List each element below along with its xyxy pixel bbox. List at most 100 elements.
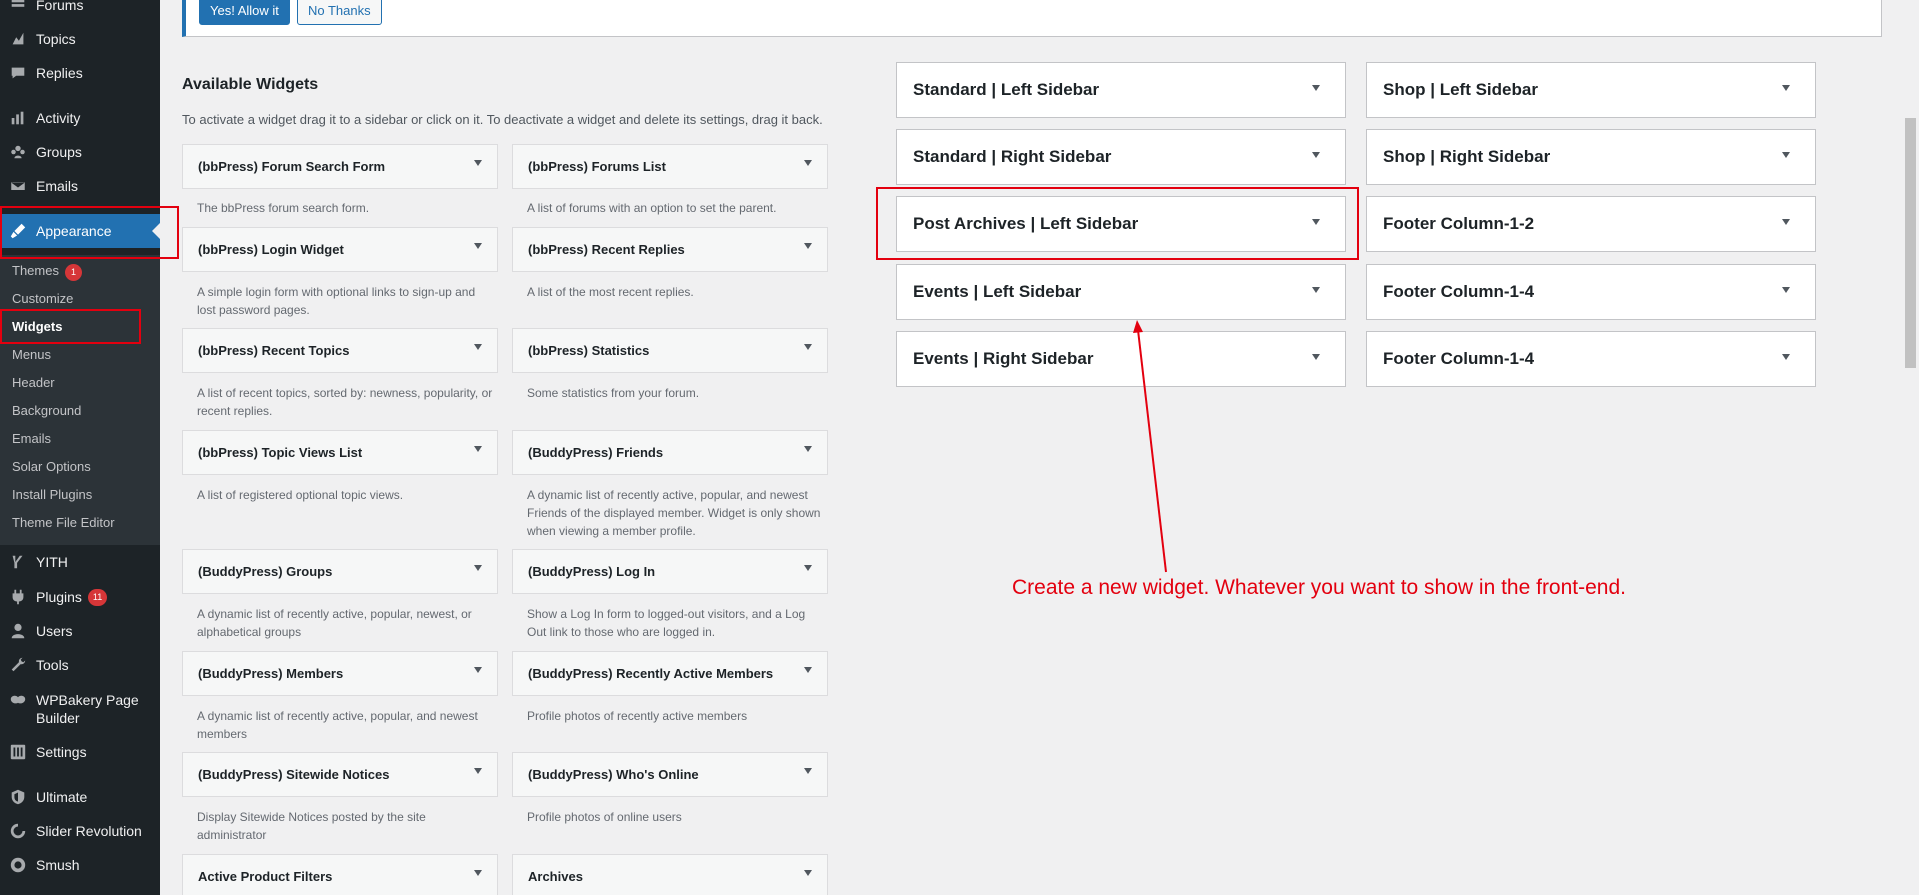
menu-item-tools[interactable]: Tools: [0, 648, 160, 682]
sidebar-standard-right[interactable]: Standard | Right Sidebar: [896, 129, 1346, 185]
sidebar-standard-left[interactable]: Standard | Left Sidebar: [896, 62, 1346, 118]
sidebar-shop-left[interactable]: Shop | Left Sidebar: [1366, 62, 1816, 118]
chevron-down-icon[interactable]: [804, 160, 812, 166]
sidebar-title: Shop | Left Sidebar: [1383, 80, 1538, 99]
chevron-down-icon[interactable]: [1312, 287, 1320, 293]
chevron-down-icon[interactable]: [1312, 85, 1320, 91]
scrollbar-thumb[interactable]: [1905, 118, 1916, 368]
settings-icon: [0, 743, 36, 761]
chevron-down-icon[interactable]: [474, 768, 482, 774]
widget-bbpress-forums-list[interactable]: (bbPress) Forums List: [512, 144, 828, 189]
chevron-down-icon[interactable]: [474, 243, 482, 249]
chevron-down-icon[interactable]: [1312, 354, 1320, 360]
menu-item-slider-revolution[interactable]: Slider Revolution: [0, 814, 160, 848]
widget-description: A list of recent topics, sorted by: newn…: [197, 386, 493, 418]
chevron-down-icon[interactable]: [804, 446, 812, 452]
highlight-appearance: [0, 206, 179, 259]
chevron-down-icon[interactable]: [804, 243, 812, 249]
widget-buddypress-members[interactable]: (BuddyPress) Members: [182, 651, 498, 696]
menu-item-settings[interactable]: Settings: [0, 735, 160, 769]
allow-button[interactable]: Yes! Allow it: [199, 0, 290, 25]
chevron-down-icon[interactable]: [1782, 152, 1790, 158]
chevron-down-icon[interactable]: [474, 344, 482, 350]
chevron-down-icon[interactable]: [1782, 287, 1790, 293]
chevron-down-icon[interactable]: [474, 446, 482, 452]
plugins-icon: [0, 588, 36, 606]
chevron-down-icon[interactable]: [804, 565, 812, 571]
submenu-customize[interactable]: Customize: [12, 290, 73, 308]
chevron-down-icon[interactable]: [804, 870, 812, 876]
menu-item-replies[interactable]: Replies: [0, 56, 160, 90]
widget-description: A dynamic list of recently active, popul…: [197, 709, 478, 741]
widget-description: Profile photos of online users: [527, 810, 682, 824]
menu-item-emails[interactable]: Emails: [0, 169, 160, 203]
menu-item-forums[interactable]: Forums: [0, 0, 160, 22]
submenu-background[interactable]: Background: [12, 402, 81, 420]
sidebar-footer-column-1-2[interactable]: Footer Column-1-2: [1366, 196, 1816, 252]
widget-description: Profile photos of recently active member…: [527, 709, 748, 723]
widget-title: Archives: [528, 869, 583, 884]
submenu-header[interactable]: Header: [12, 374, 55, 392]
widget-buddypress-friends[interactable]: (BuddyPress) Friends: [512, 430, 828, 475]
update-badge: 11: [87, 588, 108, 606]
widget-bbpress-forum-search-form[interactable]: (bbPress) Forum Search Form: [182, 144, 498, 189]
menu-item-users[interactable]: Users: [0, 614, 160, 648]
submenu-install-plugins[interactable]: Install Plugins: [12, 486, 92, 504]
submenu-themes[interactable]: Themes 1: [12, 262, 82, 281]
submenu-theme-file-editor[interactable]: Theme File Editor: [12, 514, 115, 532]
menu-item-plugins[interactable]: Plugins 11: [0, 580, 160, 614]
groups-icon: [0, 143, 36, 161]
sidebar-shop-right[interactable]: Shop | Right Sidebar: [1366, 129, 1816, 185]
chevron-down-icon[interactable]: [804, 667, 812, 673]
chevron-down-icon[interactable]: [1782, 219, 1790, 225]
sidebar-events-left[interactable]: Events | Left Sidebar: [896, 264, 1346, 320]
chevron-down-icon[interactable]: [474, 667, 482, 673]
widget-buddypress-whos-online[interactable]: (BuddyPress) Who's Online: [512, 752, 828, 797]
sidebar-events-right[interactable]: Events | Right Sidebar: [896, 331, 1346, 387]
chevron-down-icon[interactable]: [804, 344, 812, 350]
widget-title: (BuddyPress) Who's Online: [528, 767, 699, 782]
widget-buddypress-recently-active-members[interactable]: (BuddyPress) Recently Active Members: [512, 651, 828, 696]
widget-bbpress-topic-views-list[interactable]: (bbPress) Topic Views List: [182, 430, 498, 475]
emails-icon: [0, 177, 36, 195]
menu-item-topics[interactable]: Topics: [0, 22, 160, 56]
sidebar-footer-column-1-4[interactable]: Footer Column-1-4: [1366, 264, 1816, 320]
menu-item-smush[interactable]: Smush: [0, 848, 160, 882]
widget-description: Display Sitewide Notices posted by the s…: [197, 810, 426, 842]
menu-item-yith[interactable]: YITH: [0, 545, 160, 579]
chevron-down-icon[interactable]: [804, 768, 812, 774]
widget-buddypress-sitewide-notices[interactable]: (BuddyPress) Sitewide Notices: [182, 752, 498, 797]
widget-title: (BuddyPress) Recently Active Members: [528, 666, 774, 681]
widget-title: Active Product Filters: [198, 869, 333, 884]
submenu-emails[interactable]: Emails: [12, 430, 51, 448]
chevron-down-icon[interactable]: [474, 565, 482, 571]
page-scrollbar[interactable]: [1902, 0, 1919, 895]
widget-buddypress-groups[interactable]: (BuddyPress) Groups: [182, 549, 498, 594]
widget-buddypress-log-in[interactable]: (BuddyPress) Log In: [512, 549, 828, 594]
submenu-menus[interactable]: Menus: [12, 346, 51, 364]
chevron-down-icon[interactable]: [1782, 85, 1790, 91]
menu-label: Replies: [36, 65, 83, 81]
submenu-solar-options[interactable]: Solar Options: [12, 458, 91, 476]
chevron-down-icon[interactable]: [474, 870, 482, 876]
slider-revolution-icon: [0, 822, 36, 840]
chevron-down-icon[interactable]: [1782, 354, 1790, 360]
widget-title: (BuddyPress) Groups: [198, 564, 333, 579]
widget-bbpress-statistics[interactable]: (bbPress) Statistics: [512, 328, 828, 373]
menu-item-ultimate[interactable]: Ultimate: [0, 780, 160, 814]
widget-active-product-filters[interactable]: Active Product Filters: [182, 854, 498, 895]
menu-item-groups[interactable]: Groups: [0, 135, 160, 169]
widget-bbpress-login-widget[interactable]: (bbPress) Login Widget: [182, 227, 498, 272]
menu-label: Tools: [36, 657, 69, 673]
menu-label: Forums: [36, 0, 84, 13]
widget-description: A list of the most recent replies.: [527, 285, 694, 299]
widget-title: (bbPress) Forum Search Form: [198, 159, 386, 174]
chevron-down-icon[interactable]: [474, 160, 482, 166]
sidebar-footer-column-1-4-second[interactable]: Footer Column-1-4: [1366, 331, 1816, 387]
widget-archives[interactable]: Archives: [512, 854, 828, 895]
widget-bbpress-recent-replies[interactable]: (bbPress) Recent Replies: [512, 227, 828, 272]
menu-item-activity[interactable]: Activity: [0, 101, 160, 135]
no-thanks-button[interactable]: No Thanks: [297, 0, 382, 25]
chevron-down-icon[interactable]: [1312, 152, 1320, 158]
widget-bbpress-recent-topics[interactable]: (bbPress) Recent Topics: [182, 328, 498, 373]
